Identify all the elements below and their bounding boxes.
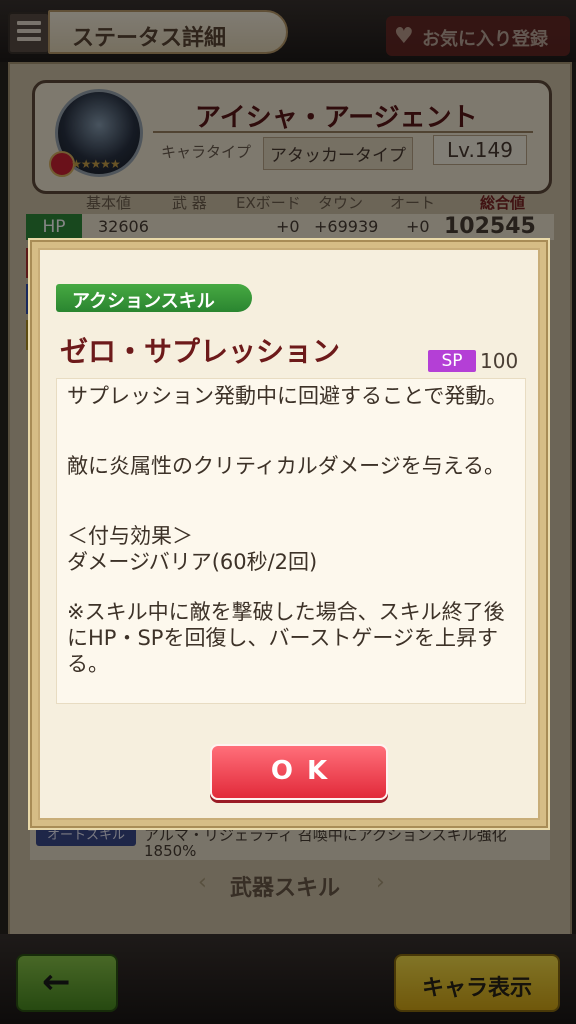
skill-category-tag: アクションスキル [56, 284, 252, 312]
ok-button[interactable]: OK [210, 744, 388, 800]
description-paragraph: 敵に炎属性のクリティカルダメージを与える。 [67, 454, 506, 478]
modal-body: アクションスキル ゼロ・サプレッション SP 100 サプレッション発動中に回避… [38, 248, 540, 820]
ok-label: OK [270, 756, 342, 786]
sp-value: 100 [480, 349, 519, 373]
sp-badge: SP [428, 350, 476, 372]
skill-category-label: アクションスキル [72, 291, 215, 312]
description-paragraph: サプレッション発動中に回避することで発動。 [67, 384, 508, 408]
skill-name: ゼロ・サプレッション [60, 335, 341, 368]
description-paragraph: ※スキル中に敵を撃破した場合、スキル終了後にHP・SPを回復し、バーストゲージを… [67, 600, 505, 676]
skill-description-box: サプレッション発動中に回避することで発動。 敵に炎属性のクリティカルダメージを与… [56, 378, 526, 704]
skill-detail-modal: アクションスキル ゼロ・サプレッション SP 100 サプレッション発動中に回避… [28, 238, 550, 830]
description-paragraph: ＜付与効果＞ ダメージバリア(60秒/2回) [67, 524, 318, 574]
